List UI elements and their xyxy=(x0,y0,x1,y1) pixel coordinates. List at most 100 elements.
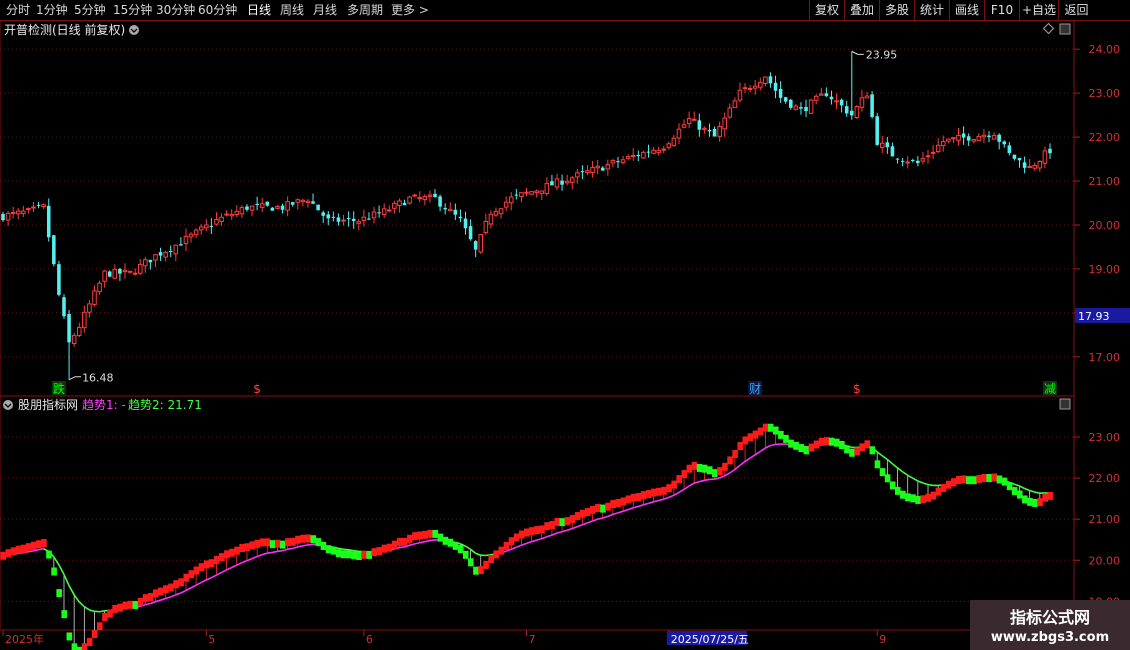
trend2-segment xyxy=(297,545,304,548)
trend1-block xyxy=(137,597,144,606)
candle-body xyxy=(295,199,301,203)
trend1-block xyxy=(224,550,230,559)
trend1-block xyxy=(854,447,860,456)
trend1-block xyxy=(498,546,505,555)
trend1-block xyxy=(640,491,647,500)
trend1-block xyxy=(468,558,474,567)
trend1-block xyxy=(259,538,266,547)
candle-body xyxy=(758,81,763,88)
candle-body xyxy=(875,116,879,145)
trend1-block xyxy=(193,566,200,575)
trend1-block xyxy=(615,498,622,507)
candle-body xyxy=(1,213,5,221)
trend1-block xyxy=(325,545,332,554)
trend2-segment xyxy=(1014,483,1020,487)
trend2-segment xyxy=(246,557,253,562)
trend1-block xyxy=(264,538,271,547)
period-tab-4[interactable]: 30分钟 xyxy=(156,0,195,20)
candle-body xyxy=(707,129,712,132)
trend2-segment xyxy=(704,478,710,482)
period-tab-5[interactable]: 60分钟 xyxy=(198,0,237,20)
trend1-block xyxy=(767,423,774,432)
period-tab-6[interactable]: 日线 xyxy=(247,0,271,20)
candle-body xyxy=(844,106,849,114)
candle-body xyxy=(702,127,707,130)
period-tab-3[interactable]: 15分钟 xyxy=(113,0,152,20)
candle-body xyxy=(1002,141,1007,145)
trend2-segment xyxy=(612,512,619,516)
toolbar-button-3[interactable]: 统计 xyxy=(914,0,949,20)
trend1-block xyxy=(488,554,494,563)
candle-body xyxy=(854,106,860,118)
trend1-block xyxy=(295,535,301,544)
trend2-segment xyxy=(668,494,675,499)
trend1-block xyxy=(605,502,611,511)
candle-body xyxy=(544,182,550,194)
trend1-block xyxy=(849,448,855,457)
candle-body xyxy=(885,142,890,148)
candle-body xyxy=(656,149,661,154)
trend2-segment xyxy=(759,447,766,453)
period-tab-8[interactable]: 月线 xyxy=(313,0,337,20)
trend2-segment xyxy=(200,579,207,584)
trend1-block xyxy=(676,475,683,484)
period-tab-1[interactable]: 1分钟 xyxy=(36,0,68,20)
candle-body xyxy=(351,218,356,222)
stock-chart[interactable]: 17.0018.0019.0020.0021.0022.0023.0024.00… xyxy=(0,0,1130,650)
period-tab-7[interactable]: 周线 xyxy=(280,0,304,20)
trend1-block xyxy=(727,456,733,465)
trend1-block xyxy=(833,438,840,447)
trend2-segment xyxy=(683,485,690,491)
period-tab-2[interactable]: 5分钟 xyxy=(74,0,106,20)
trend2-segment xyxy=(744,457,751,463)
candle-body xyxy=(422,196,428,201)
candle-body xyxy=(219,216,224,222)
toolbar-button-6[interactable]: +自选 xyxy=(1019,0,1058,20)
trend1-block xyxy=(158,587,164,596)
trend1-block xyxy=(213,555,220,564)
trend2-segment xyxy=(231,564,238,569)
toolbar-button-4[interactable]: 画线 xyxy=(949,0,984,20)
candle-body xyxy=(681,124,687,128)
candle-body xyxy=(519,192,524,197)
event-marker-0: 跌 xyxy=(53,381,65,396)
trend1-block xyxy=(142,594,149,603)
toolbar-button-2[interactable]: 多股 xyxy=(879,0,914,20)
candle-body xyxy=(1007,145,1012,154)
toolbar-button-7[interactable]: 返回 xyxy=(1058,0,1094,20)
period-tab-0[interactable]: 分时 xyxy=(6,0,30,20)
trend1-block xyxy=(961,475,967,484)
trend2-segment xyxy=(526,540,532,545)
candle-body xyxy=(691,118,697,121)
trend1-block xyxy=(788,439,794,448)
toolbar-button-0[interactable]: 复权 xyxy=(809,0,844,20)
candle-body xyxy=(987,135,991,138)
candle-body xyxy=(813,95,819,101)
trend2-segment xyxy=(145,602,151,606)
candle-body xyxy=(799,107,803,109)
trend1-block xyxy=(117,603,123,612)
trend2-segment xyxy=(922,482,929,486)
candle-body xyxy=(82,311,87,329)
trend1-block xyxy=(859,443,865,452)
trend1-block xyxy=(783,434,789,443)
toolbar-button-1[interactable]: 叠加 xyxy=(844,0,879,20)
trend2-segment xyxy=(261,552,268,556)
candle-body xyxy=(773,82,778,91)
candle-body xyxy=(616,161,620,163)
main-tick-label: 21.00 xyxy=(1089,175,1121,188)
candle-body xyxy=(554,178,560,188)
candle-body xyxy=(997,134,1001,142)
candle-body xyxy=(386,209,392,212)
period-tab-9[interactable]: 多周期 xyxy=(347,0,383,20)
trend1-block xyxy=(56,589,62,598)
toolbar-button-5[interactable]: F10 xyxy=(984,0,1019,20)
period-tab-10[interactable]: 更多 > xyxy=(391,0,429,20)
candle-body xyxy=(752,85,758,89)
trend1-block xyxy=(579,509,586,518)
trend1-block xyxy=(269,540,276,549)
candle-body xyxy=(925,155,931,158)
candle-body xyxy=(666,143,672,148)
trend1-block xyxy=(122,601,129,610)
trend2-segment xyxy=(571,525,578,530)
